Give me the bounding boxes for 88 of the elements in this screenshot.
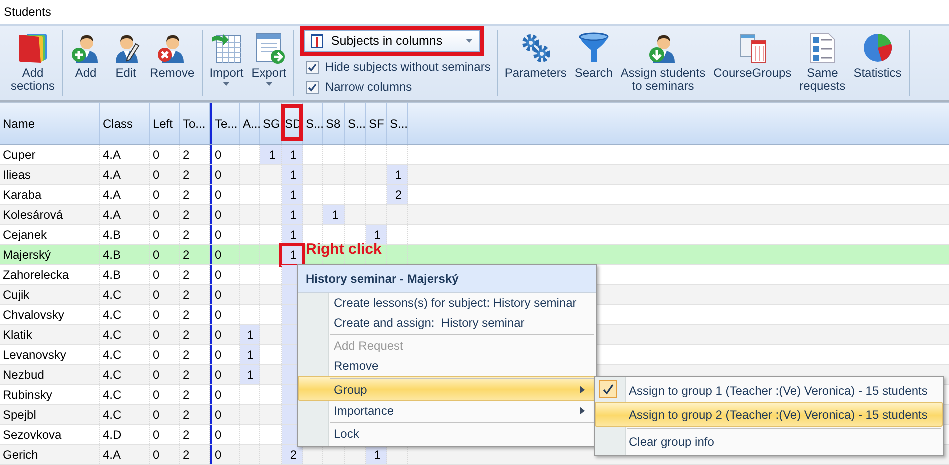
table-cell: 4.C xyxy=(100,365,150,384)
menu-title: History seminar - Majerský xyxy=(298,265,596,293)
table-cell: Klatik xyxy=(0,325,100,344)
table-cell: 1 xyxy=(240,365,260,384)
table-cell: 0 xyxy=(150,385,180,404)
table-cell: 4.A xyxy=(100,145,150,164)
table-cell: 4.A xyxy=(100,165,150,184)
table-cell: 0 xyxy=(150,205,180,224)
table-cell: 2 xyxy=(180,305,210,324)
table-cell: 1 xyxy=(282,225,303,244)
table-cell: 0 xyxy=(150,145,180,164)
table-cell: 0 xyxy=(150,365,180,384)
table-cell: 2 xyxy=(180,145,210,164)
table-cell: 0 xyxy=(210,445,240,464)
table-cell: 0 xyxy=(210,205,240,224)
table-cell: 1 xyxy=(282,165,303,184)
table-cell: 0 xyxy=(150,285,180,304)
table-cell: 4.C xyxy=(100,285,150,304)
table-cell: 1 xyxy=(282,145,303,164)
table-cell: Ilieas xyxy=(0,165,100,184)
table-cell: 4.C xyxy=(100,345,150,364)
table-cell: 2 xyxy=(180,185,210,204)
table-cell: Sezovkova xyxy=(0,425,100,444)
table-cell: Cuper xyxy=(0,145,100,164)
table-cell: 0 xyxy=(210,165,240,184)
table-cell: 1 xyxy=(260,145,282,164)
table-cell: 4.A xyxy=(100,445,150,464)
table-cell: 2 xyxy=(180,345,210,364)
table-cell: 4.B xyxy=(100,265,150,284)
table-cell: 4.A xyxy=(100,205,150,224)
table-cell: 2 xyxy=(180,325,210,344)
table-cell: 0 xyxy=(150,265,180,284)
table-cell: Nezbud xyxy=(0,365,100,384)
table-cell: 1 xyxy=(240,325,260,344)
table-cell: 0 xyxy=(150,165,180,184)
table-cell: 0 xyxy=(150,325,180,344)
table-cell: Karaba xyxy=(0,185,100,204)
window-title: Students xyxy=(3,4,52,21)
table-cell: 2 xyxy=(180,225,210,244)
table-cell: 0 xyxy=(150,185,180,204)
table-cell: 1 xyxy=(282,185,303,204)
table-cell: 4.C xyxy=(100,385,150,404)
table-cell: 0 xyxy=(150,445,180,464)
table-cell: 4.A xyxy=(100,185,150,204)
table-cell: 2 xyxy=(180,425,210,444)
table-cell: 2 xyxy=(180,245,210,264)
table-cell: 0 xyxy=(150,245,180,264)
table-cell: 1 xyxy=(366,225,387,244)
table-cell: 2 xyxy=(180,445,210,464)
table-cell: Cejanek xyxy=(0,225,100,244)
table-cell: 4.D xyxy=(100,425,150,444)
table-cell: 1 xyxy=(323,205,345,224)
table-cell: 0 xyxy=(210,245,240,264)
table-cell: 1 xyxy=(387,165,408,184)
table-cell: 0 xyxy=(210,405,240,424)
table-cell: 4.B xyxy=(100,245,150,264)
table-cell: Levanovsky xyxy=(0,345,100,364)
table-cell: 0 xyxy=(150,345,180,364)
table-cell: 2 xyxy=(180,265,210,284)
table-cell: Majerský xyxy=(0,245,100,264)
table-cell: 0 xyxy=(150,425,180,444)
table-cell: 4.B xyxy=(100,225,150,244)
table-cell: Chvalovsky xyxy=(0,305,100,324)
table-cell: Gerich xyxy=(0,445,100,464)
checkbox-label: Hide subjects without seminars xyxy=(325,60,491,74)
table-cell: Cujik xyxy=(0,285,100,304)
table-cell: 2 xyxy=(180,165,210,184)
table-cell: 2 xyxy=(180,205,210,224)
table-cell: 4.C xyxy=(100,305,150,324)
table-cell: 2 xyxy=(282,445,303,464)
table-cell: Rubinsky xyxy=(0,385,100,404)
checkbox-label: Narrow columns xyxy=(325,80,412,94)
table-cell: Zahorelecka xyxy=(0,265,100,284)
table-cell: 2 xyxy=(180,285,210,304)
table-cell: 1 xyxy=(240,345,260,364)
table-cell: 2 xyxy=(180,365,210,384)
table-cell: 0 xyxy=(150,305,180,324)
table-cell: 4.C xyxy=(100,325,150,344)
table-cell: 2 xyxy=(387,185,408,204)
table-cell: 4.C xyxy=(100,405,150,424)
table-cell: 2 xyxy=(180,405,210,424)
table-cell: 2 xyxy=(180,385,210,404)
table-cell: 0 xyxy=(210,285,240,304)
table-cell: 0 xyxy=(150,405,180,424)
table-cell: Kolesárová xyxy=(0,205,100,224)
table-cell: 0 xyxy=(150,225,180,244)
table-cell: 1 xyxy=(282,205,303,224)
table-cell: Spejbl xyxy=(0,405,100,424)
